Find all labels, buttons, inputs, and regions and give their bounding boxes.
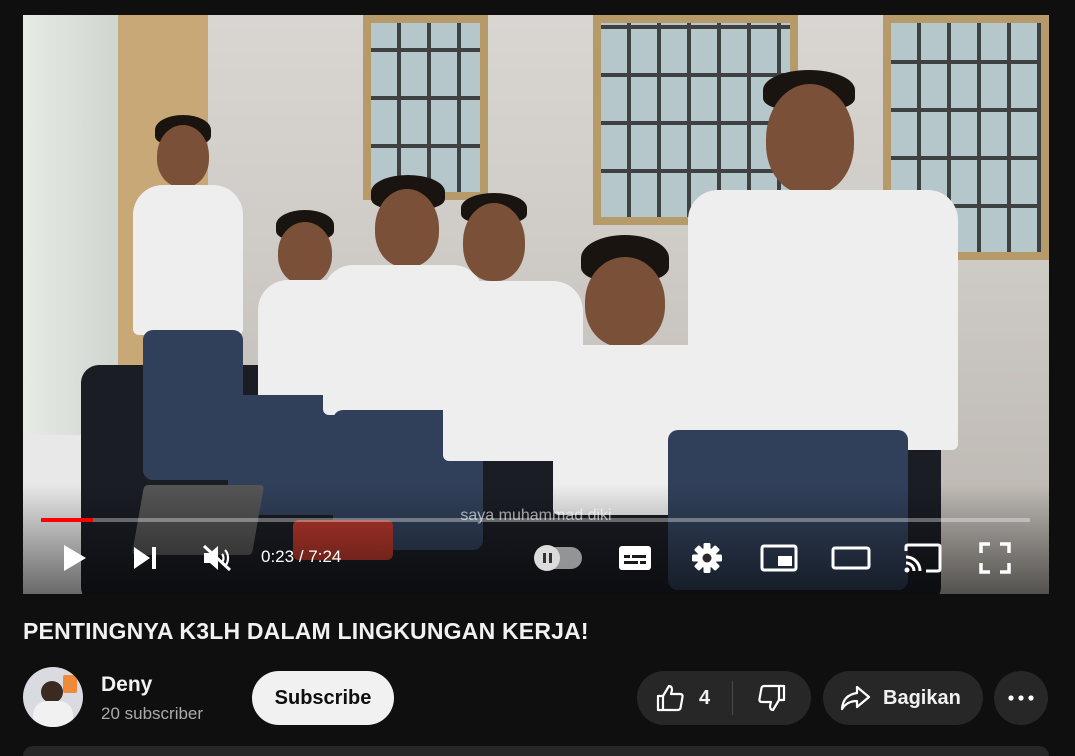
subtitles-icon [619, 546, 651, 570]
channel-name[interactable]: Deny [101, 673, 152, 697]
share-button[interactable]: Bagikan [823, 671, 983, 725]
dislike-button[interactable] [733, 671, 811, 725]
like-count: 4 [699, 686, 711, 709]
fullscreen-icon [979, 542, 1011, 574]
subscribe-button[interactable]: Subscribe [252, 671, 394, 725]
subscriber-count: 20 subscriber [101, 704, 204, 723]
mute-button[interactable] [195, 535, 239, 581]
cast-icon [904, 543, 942, 573]
theater-button[interactable] [829, 535, 873, 581]
subtitles-button[interactable] [613, 535, 657, 581]
fullscreen-button[interactable] [973, 535, 1017, 581]
thumbs-down-icon [758, 684, 786, 712]
progress-played [41, 518, 94, 522]
current-time: 0:23 [261, 547, 295, 566]
video-caption: saya muhammad diki [460, 507, 612, 524]
theater-icon [831, 546, 871, 570]
play-button[interactable] [55, 535, 95, 581]
more-actions-button[interactable] [994, 671, 1048, 725]
like-dislike-bar: 4 [637, 671, 811, 725]
duration: 7:24 [308, 547, 342, 566]
cast-button[interactable] [901, 535, 945, 581]
autoplay-toggle[interactable] [531, 535, 587, 581]
miniplayer-icon [760, 544, 798, 572]
settings-button[interactable] [685, 535, 729, 581]
time-separator: / [294, 547, 309, 566]
play-icon [64, 545, 86, 571]
next-icon [134, 547, 156, 569]
like-button[interactable]: 4 [637, 671, 732, 725]
settings-icon [692, 543, 722, 573]
channel-avatar[interactable] [23, 667, 83, 727]
video-player[interactable]: saya muhammad diki 0:23 / 7:24 [23, 15, 1049, 594]
player-controls: 0:23 / 7:24 [23, 535, 1049, 581]
more-icon [1008, 695, 1034, 701]
video-title: PENTINGNYA K3LH DALAM LINGKUNGAN KERJA! [23, 618, 589, 644]
share-icon [840, 685, 871, 711]
next-button[interactable] [123, 535, 167, 581]
description-panel-edge [23, 746, 1049, 756]
share-label: Bagikan [883, 686, 961, 709]
miniplayer-button[interactable] [757, 535, 801, 581]
thumbs-up-icon [656, 684, 684, 712]
autoplay-toggle-track [534, 545, 582, 571]
progress-bar[interactable] [41, 518, 1030, 522]
mute-icon [202, 544, 232, 572]
time-display: 0:23 / 7:24 [261, 547, 341, 567]
pause-icon [534, 545, 560, 571]
